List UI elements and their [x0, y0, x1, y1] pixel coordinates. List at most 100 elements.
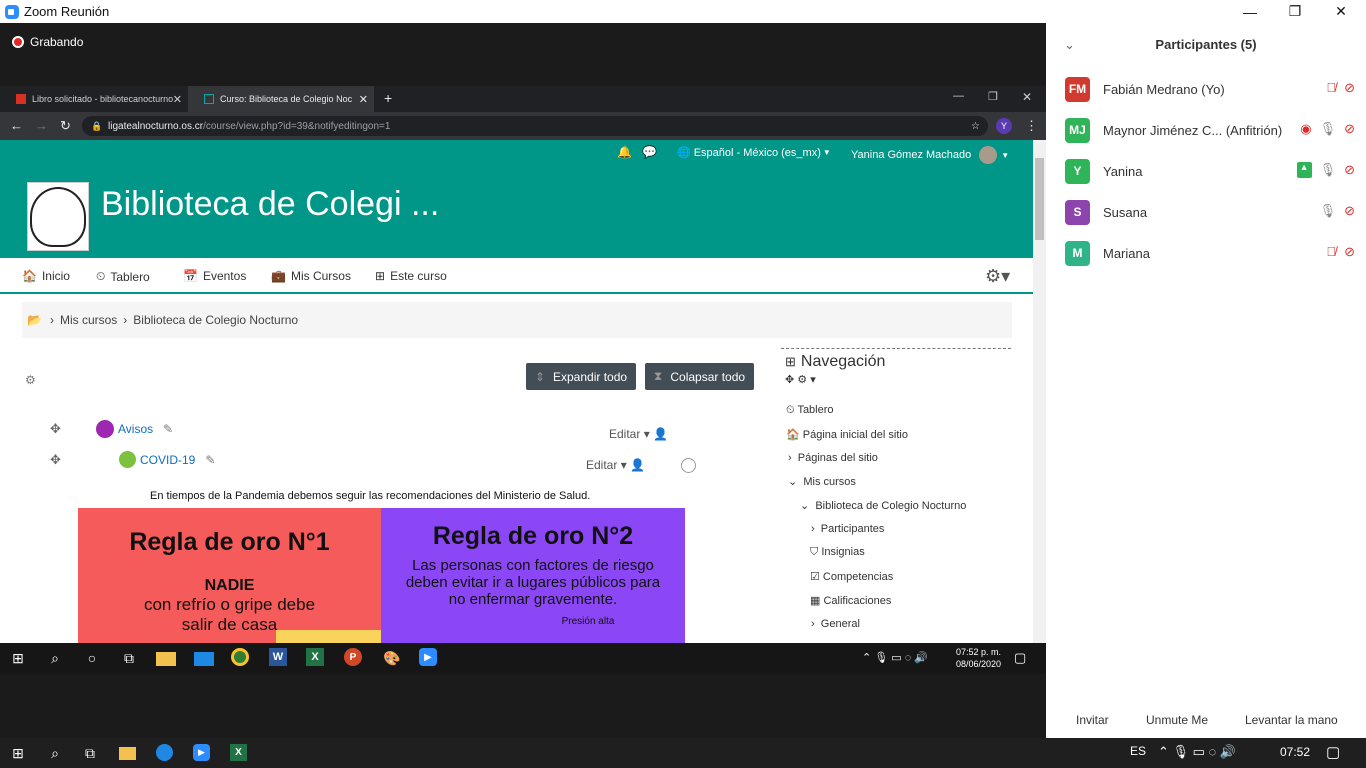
menu-item-tablero[interactable]: ⏲ Tablero — [96, 269, 150, 284]
minimize-button[interactable]: — — [1227, 0, 1273, 23]
zoom-app-icon[interactable]: ▶ — [419, 648, 437, 666]
profile-avatar[interactable]: Y — [996, 118, 1012, 134]
nav-item-participants[interactable]: › Participantes — [811, 523, 884, 535]
tray-icons[interactable]: ⌃ 🎙 ▭ ◌ 🔊 — [862, 651, 928, 664]
nav-label: Participantes — [820, 523, 885, 535]
clock-time[interactable]: 07:52 — [1280, 745, 1310, 759]
file-explorer-icon[interactable] — [156, 652, 176, 666]
activity-avisos[interactable]: Avisos ✎ — [96, 420, 173, 438]
excel-icon[interactable]: X — [306, 648, 324, 666]
task-view-icon[interactable]: ⧉ — [118, 648, 140, 668]
reload-icon[interactable]: ↻ — [60, 118, 71, 134]
url-path: /course/view.php?id=39&notifyeditingon=1 — [203, 120, 391, 132]
completion-checkbox[interactable] — [681, 458, 696, 473]
task-view-icon[interactable]: ⧉ — [80, 744, 100, 762]
edit-pencil-icon[interactable]: ✎ — [163, 422, 173, 436]
nav-item-competencies[interactable]: ☑ Competencias — [810, 570, 893, 583]
move-handle-icon[interactable]: ✥ — [50, 452, 61, 468]
menu-item-eventos[interactable]: 📅 Eventos — [183, 269, 246, 283]
settings-gear-icon[interactable]: ⚙▾ — [985, 266, 1010, 287]
menu-item-inicio[interactable]: 🏠 Inicio — [22, 269, 70, 283]
menu-item-este-curso[interactable]: ⊞ Este curso — [375, 269, 447, 283]
search-icon[interactable]: ⌕ — [45, 744, 65, 762]
nav-item-my-courses[interactable]: ⌄ Mis cursos — [788, 475, 856, 488]
new-tab-button[interactable]: + — [384, 90, 392, 106]
nav-item-course[interactable]: ⌄ Biblioteca de Colegio Nocturno — [800, 499, 966, 512]
unmute-me-button[interactable]: Unmute Me — [1140, 709, 1214, 731]
mail-icon[interactable] — [194, 652, 214, 666]
collapse-all-button[interactable]: ⧗ Colapsar todo — [645, 363, 754, 390]
windows-start-icon[interactable]: ⊞ — [7, 648, 29, 668]
scrollbar-thumb[interactable] — [1035, 158, 1044, 240]
avatar: MJ — [1065, 117, 1090, 143]
notifications-icon[interactable]: ▢ — [1014, 650, 1026, 666]
mic-icon: 🎙 — [1319, 203, 1337, 218]
notifications-bell-icon[interactable]: 🔔 — [617, 145, 632, 159]
nav-item-badges[interactable]: ⛉ Insignias — [810, 546, 865, 559]
address-bar[interactable]: 🔒 ligatealnocturno.os.cr/course/view.php… — [82, 116, 988, 136]
expand-all-button[interactable]: ⇕ Expandir todo — [526, 363, 636, 390]
excel-icon[interactable]: X — [230, 744, 247, 761]
browser-tab-course[interactable]: Curso: Biblioteca de Colegio Noc ✕ — [188, 86, 374, 112]
zoom-app-icon[interactable]: ▶ — [193, 744, 210, 761]
nav-item-tablero[interactable]: ⏲ Tablero — [786, 404, 834, 417]
breadcrumb-course[interactable]: Biblioteca de Colegio Nocturno — [133, 313, 298, 327]
edit-pencil-icon[interactable]: ✎ — [205, 453, 215, 467]
tray-clock[interactable]: 07:52 p. m. 08/06/2020 — [956, 646, 1001, 670]
block-controls[interactable]: ✥ ⚙ ▾ — [785, 373, 816, 386]
close-button[interactable]: ✕ — [1318, 0, 1364, 23]
browser-restore-icon[interactable]: ❐ — [988, 90, 998, 103]
participant-row[interactable]: S Susana 🎙 ⊘ — [1065, 199, 1355, 225]
move-handle-icon[interactable]: ✥ — [50, 421, 61, 437]
browser-tab-gmail[interactable]: Libro solicitado - bibliotecanocturno ✕ — [0, 86, 188, 112]
folder-icon[interactable]: 📂 — [27, 313, 42, 327]
close-tab-icon[interactable]: ✕ — [173, 93, 182, 106]
bookmark-star-icon[interactable]: ☆ — [971, 121, 980, 132]
word-icon[interactable]: W — [269, 648, 287, 666]
breadcrumb-mis-cursos[interactable]: Mis cursos — [60, 313, 117, 327]
user-menu[interactable]: Yanina Gómez Machado ▼ — [851, 146, 1009, 164]
browser-tab-strip: Libro solicitado - bibliotecanocturno ✕ … — [0, 86, 1046, 112]
powerpoint-icon[interactable]: P — [344, 648, 362, 666]
windows-start-icon[interactable]: ⊞ — [8, 744, 28, 762]
cortana-icon[interactable]: ○ — [81, 648, 103, 668]
participant-row[interactable]: Y Yanina ▲ 🎙 ⊘ — [1065, 158, 1355, 184]
page-scrollbar[interactable] — [1033, 140, 1046, 643]
browser-close-icon[interactable]: ✕ — [1022, 90, 1032, 104]
participant-row[interactable]: MJ Maynor Jiménez C... (Anfitrión) ◉ 🎙 ⊘ — [1065, 117, 1355, 143]
tray-icons[interactable]: ⌃ 🎙 ▭ ◌ 🔊 — [1158, 744, 1236, 760]
nav-item-site-pages[interactable]: › Páginas del sitio — [788, 452, 878, 464]
notifications-icon[interactable]: ▢ — [1326, 743, 1340, 761]
language-selector[interactable]: 🌐 Español - México (es_mx) ▼ — [677, 146, 831, 160]
chrome-icon[interactable] — [231, 648, 249, 666]
nav-item-grades[interactable]: ▦ Calificaciones — [810, 594, 891, 607]
participant-row[interactable]: FM Fabián Medrano (Yo) 🎙̸ ⊘ — [1065, 76, 1355, 102]
paint-icon[interactable]: 🎨 — [381, 648, 403, 668]
moodle-page: 🔔 💬 🌐 Español - México (es_mx) ▼ Yanina … — [0, 140, 1033, 643]
file-explorer-icon[interactable] — [119, 747, 136, 760]
site-title[interactable]: Biblioteca de Colegi ... — [101, 185, 439, 224]
raise-hand-button[interactable]: Levantar la mano — [1239, 709, 1344, 731]
edit-menu-avisos[interactable]: Editar ▾ 👤 — [609, 427, 668, 441]
avatar: M — [1065, 240, 1090, 266]
search-icon[interactable]: ⌕ — [44, 648, 66, 668]
nav-item-general[interactable]: › General — [811, 618, 860, 630]
forward-icon[interactable]: → — [35, 118, 48, 133]
participant-row[interactable]: M Mariana 🎙̸ ⊘ — [1065, 240, 1355, 266]
back-icon[interactable]: ← — [10, 118, 23, 133]
maximize-button[interactable]: ❐ — [1272, 0, 1318, 23]
activity-covid[interactable]: COVID-19 ✎ — [119, 451, 215, 468]
nav-item-site-home[interactable]: 🏠 Página inicial del sitio — [786, 428, 908, 441]
input-language[interactable]: ES — [1130, 744, 1146, 758]
messages-icon[interactable]: 💬 — [642, 145, 657, 159]
invite-button[interactable]: Invitar — [1070, 709, 1115, 731]
edge-icon[interactable] — [156, 744, 173, 761]
browser-menu-icon[interactable]: ⋮ — [1025, 118, 1038, 134]
caret-down-icon: ▼ — [1001, 150, 1010, 160]
school-logo[interactable] — [27, 182, 89, 251]
close-tab-icon[interactable]: ✕ — [359, 93, 368, 106]
course-settings-icon[interactable]: ⚙ — [25, 373, 36, 387]
menu-item-mis-cursos[interactable]: 💼 Mis Cursos — [271, 269, 351, 283]
browser-minimize-icon[interactable]: — — [953, 90, 964, 102]
edit-menu-covid[interactable]: Editar ▾ 👤 — [586, 458, 645, 472]
